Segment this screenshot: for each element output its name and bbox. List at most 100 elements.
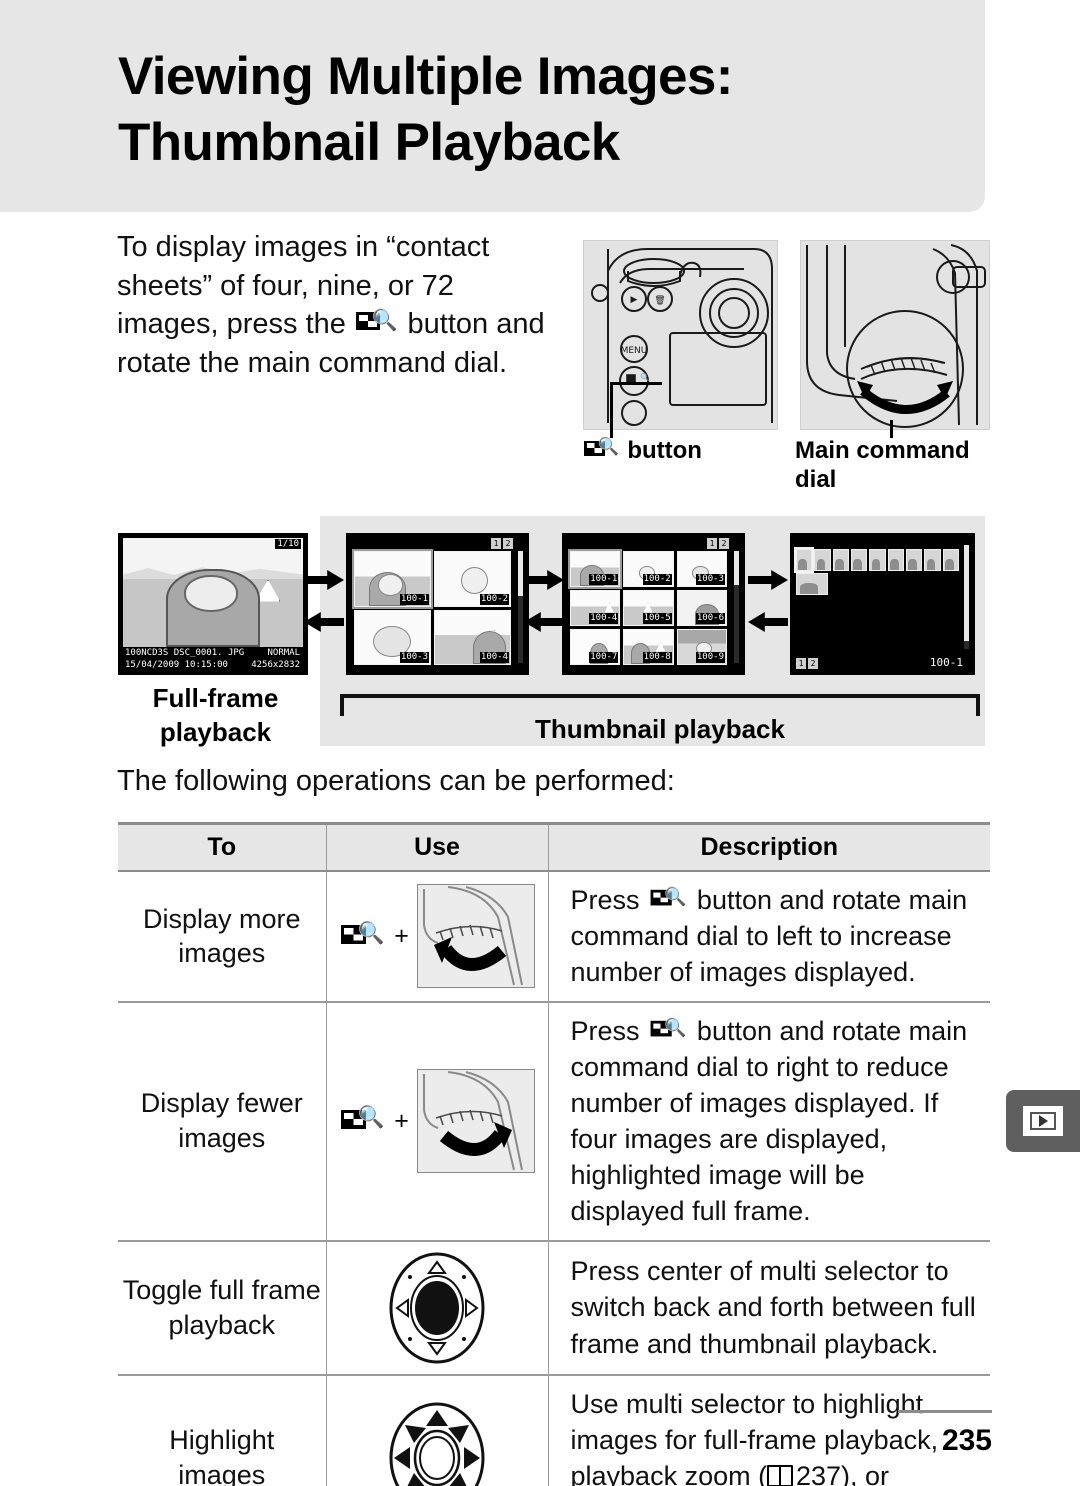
four-thumbnail-screen: 12 100-1 100-2 100-3 100-4 xyxy=(346,533,529,675)
column-header-description: Description xyxy=(547,822,990,872)
thumbnail-cell[interactable]: 100-3 xyxy=(676,551,727,587)
svg-text:🔍: 🔍 xyxy=(640,372,650,382)
thumbnail-cell[interactable]: 100-9 xyxy=(676,629,727,665)
fullframe-caption: Full-frame playback xyxy=(118,682,313,750)
thumbnail-cell[interactable]: 100-4 xyxy=(570,590,621,626)
thumbnail-cell[interactable] xyxy=(793,547,815,573)
command-dial-right-icon xyxy=(416,1069,535,1174)
thumbnail-cell[interactable]: 100-7 xyxy=(570,629,621,665)
table-row: Toggle full frame playback Press center … xyxy=(118,1240,990,1376)
multi-selector-directions-icon xyxy=(388,1402,486,1486)
thumbnail-cell[interactable] xyxy=(869,549,886,571)
thumbnail-label: 100-1 xyxy=(399,593,429,605)
column-header-to: To xyxy=(118,822,327,872)
thumbnail-cell[interactable]: 100-4 xyxy=(434,609,511,665)
thumbnail-cell[interactable]: 100-1 xyxy=(567,549,623,589)
fullframe-caption-line2: playback xyxy=(159,716,272,747)
thumbnail-cell[interactable] xyxy=(832,549,849,571)
row-description: Use multi selector to highlight images f… xyxy=(547,1374,990,1486)
row-description: Press 🔍 button and rotate main command d… xyxy=(547,1001,990,1242)
command-dial-figure xyxy=(800,240,990,430)
thumbnail-grid-9: 100-1 100-2 100-3 100-4 100-5 100-6 100-… xyxy=(567,549,727,665)
photo-info-bar: NORMAL 100NCD3S DSC_0001. JPG 4256x2832 15… xyxy=(123,647,303,671)
button-caption-text: button xyxy=(627,437,702,464)
thumbnail-cell[interactable]: 100-8 xyxy=(623,629,674,665)
command-dial-left-icon xyxy=(416,884,535,989)
row-label: Highlight images xyxy=(118,1374,327,1486)
card-slot-icons: 12 xyxy=(491,538,513,549)
table-row: Highlight images Use multi selector to h… xyxy=(118,1374,990,1486)
thumbnail-grid-4: 100-1 100-2 100-3 100-4 xyxy=(352,549,511,665)
thumbnail-cell[interactable]: 100-5 xyxy=(623,590,674,626)
operations-table: To Use Description Display more images 🔍… xyxy=(118,822,990,1486)
thumbnail-cell[interactable]: 100-3 xyxy=(354,609,431,665)
full-frame-photo xyxy=(123,538,303,647)
row-description: Press 🔍 button and rotate main command d… xyxy=(547,871,990,1003)
thumbnail-cell[interactable] xyxy=(796,573,828,595)
quality-label: NORMAL xyxy=(267,648,300,658)
intro-paragraph: To display images in “contact sheets” of… xyxy=(117,228,557,382)
row-use-illustration xyxy=(325,1374,549,1486)
card-slot-icons: 12 xyxy=(796,658,818,669)
arrows-four-to-nine xyxy=(524,570,564,648)
thumbnail-cell[interactable] xyxy=(887,549,904,571)
description-post: button and rotate main command dial to r… xyxy=(570,1015,968,1227)
page-title-line2: Thumbnail Playback xyxy=(118,112,620,172)
thumbnail-cell[interactable] xyxy=(905,549,923,571)
thumbnail-label: 100-7 xyxy=(589,652,619,663)
thumbnail-label: 100-4 xyxy=(589,613,619,624)
full-frame-playback-screen: 1/10 NORMAL 100NCD3S DSC_0001. JPG 4256x2… xyxy=(118,533,308,675)
thumbnail-label: 100-1 xyxy=(589,574,619,585)
arrows-full-to-four xyxy=(304,570,344,648)
thumbnail-label: 100-2 xyxy=(479,593,509,605)
button-figure-caption: 🔍 button xyxy=(583,437,783,466)
row-label: Display fewer images xyxy=(118,1001,327,1242)
column-header-use: Use xyxy=(325,822,549,872)
scrollbar[interactable] xyxy=(964,545,969,649)
thumbnail-cell[interactable] xyxy=(924,549,941,571)
thumbnail-label: 100-4 xyxy=(479,652,509,663)
plus-sign: + xyxy=(394,1106,409,1135)
svg-text:▶: ▶ xyxy=(631,295,638,305)
thumbnail-cell[interactable]: 100-2 xyxy=(623,551,674,587)
thumbnail-zoom-out-icon: 🔍 xyxy=(650,888,686,909)
button-callout-horizontal xyxy=(610,382,662,385)
button-callout-vertical xyxy=(610,382,613,438)
reference-page-237: 237 xyxy=(795,1460,842,1486)
row-use-illustration: 🔍 + xyxy=(325,1001,549,1242)
seventytwo-thumbnail-screen: 12 100-1 xyxy=(790,533,975,675)
thumbnail-zoom-out-icon: 🔍 xyxy=(340,923,384,949)
thumbnail-cell[interactable]: 100-2 xyxy=(434,551,511,607)
playback-glyph xyxy=(1023,1106,1063,1136)
thumbnail-cell[interactable] xyxy=(942,549,959,571)
thumbnail-zoom-out-icon: 🔍 xyxy=(355,309,398,335)
thumbnail-zoom-out-icon: 🔍 xyxy=(584,438,619,460)
thumbnail-bracket xyxy=(340,694,980,716)
thumbnail-zoom-out-icon: 🔍 xyxy=(650,1018,686,1040)
scrollbar[interactable] xyxy=(518,551,523,663)
description-pre: Press xyxy=(570,885,640,915)
nine-thumbnail-screen: 12 100-1 100-2 100-3 100-4 100-5 100-6 1… xyxy=(562,533,745,675)
command-dial-illustration xyxy=(806,244,986,428)
row-use-illustration: 🔍 + xyxy=(325,871,549,1003)
thumbnail-cell[interactable] xyxy=(814,549,831,571)
row-label: Toggle full frame playback xyxy=(118,1240,327,1376)
row-label: Display more images xyxy=(118,871,327,1003)
thumbnail-caption: Thumbnail playback xyxy=(535,714,785,744)
page-title-line1: Viewing Multiple Images: xyxy=(118,47,733,106)
scrollbar[interactable] xyxy=(734,551,739,663)
dimensions-label: 4256x2832 xyxy=(251,660,300,670)
page-number: 235 xyxy=(941,1424,992,1457)
thumbnail-cell[interactable]: 100-1 xyxy=(352,549,433,609)
svg-text:🗑: 🗑 xyxy=(654,295,665,306)
multi-selector-center-icon xyxy=(388,1252,486,1364)
manual-page: Viewing Multiple Images: Thumbnail Playb… xyxy=(0,0,1080,1486)
playback-tab-icon xyxy=(1006,1090,1080,1152)
thumbnail-cell[interactable]: 100-6 xyxy=(676,590,727,626)
table-row: Display more images 🔍 + Press 🔍 button a… xyxy=(118,871,990,1003)
table-header-row: To Use Description xyxy=(118,822,990,872)
plus-sign: + xyxy=(394,921,409,950)
thumbnail-cell[interactable] xyxy=(850,549,868,571)
datetime-label: 15/04/2009 10:15:00 xyxy=(125,660,228,670)
page-title: Viewing Multiple Images: Thumbnail Playb… xyxy=(118,44,958,175)
